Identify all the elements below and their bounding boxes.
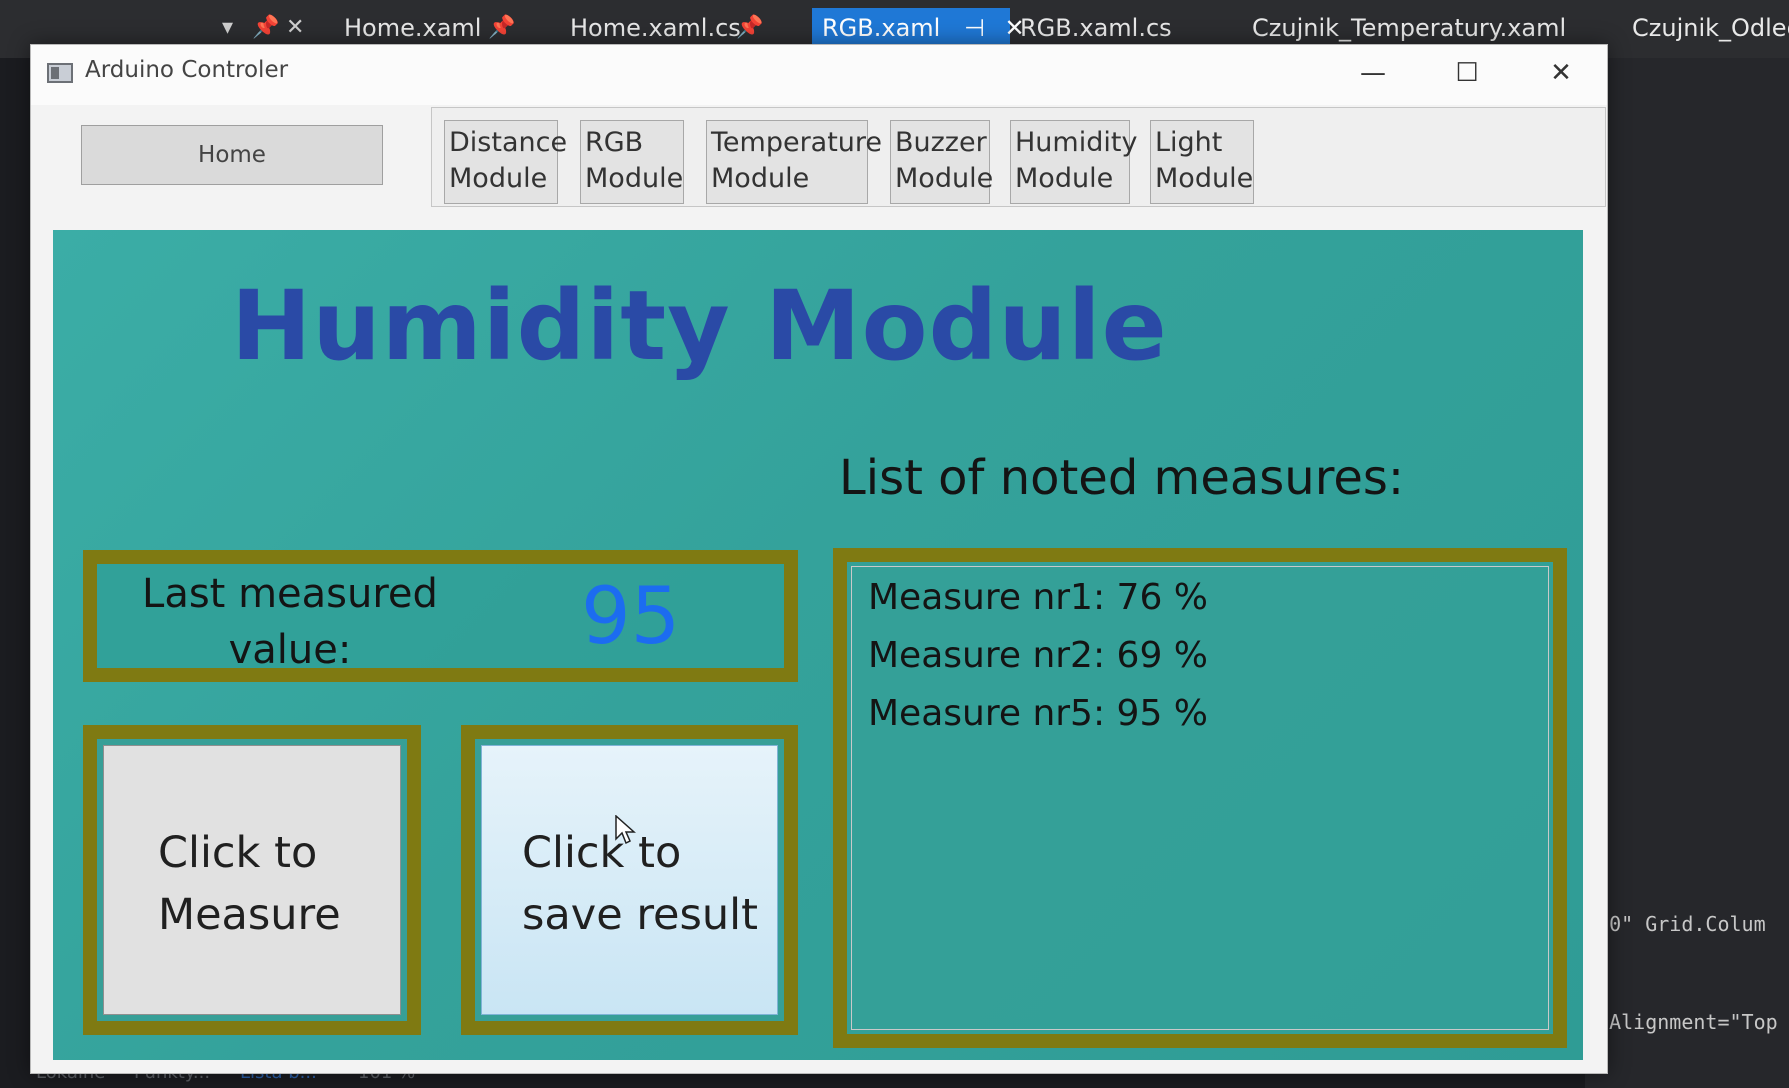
page-title: Humidity Module <box>231 270 1168 382</box>
ide-tab-czujnik-odleglosci[interactable]: Czujnik_Odlegl <box>1632 8 1789 48</box>
rgb-module-button[interactable]: RGB Module <box>580 120 684 204</box>
measures-list[interactable]: Measure nr1: 76 % Measure nr2: 69 % Meas… <box>851 566 1549 1030</box>
list-item[interactable]: Measure nr5: 95 % <box>868 693 1208 734</box>
list-title: List of noted measures: <box>839 450 1405 506</box>
measure-button[interactable]: Click to Measure <box>103 745 401 1015</box>
pin-icon[interactable]: 📌 <box>736 8 763 48</box>
measure-button-frame: Click to Measure <box>83 725 421 1035</box>
close-button[interactable]: ✕ <box>1537 51 1585 95</box>
temperature-module-button[interactable]: Temperature Module <box>706 120 882 204</box>
minimize-button[interactable]: — <box>1349 51 1397 95</box>
app-window: Arduino Controler — ☐ ✕ Home Distance Mo… <box>30 44 1608 1074</box>
mouse-cursor-icon <box>615 815 636 845</box>
pin-icon[interactable]: 📌 <box>252 8 279 48</box>
pin-icon[interactable]: 📌 <box>488 8 515 48</box>
dropdown-icon[interactable]: ▾ <box>222 8 233 48</box>
list-item[interactable]: Measure nr1: 76 % <box>868 577 1208 618</box>
ide-tab-home-xaml[interactable]: Home.xaml <box>344 8 481 48</box>
last-measured-label: Last measured value: <box>142 571 438 673</box>
list-item[interactable]: Measure nr2: 69 % <box>868 635 1208 676</box>
buzzer-module-button[interactable]: Buzzer Module <box>890 120 993 204</box>
close-icon[interactable]: ✕ <box>286 8 304 48</box>
maximize-button[interactable]: ☐ <box>1443 51 1491 95</box>
ide-tab-label: RGB.xaml <box>822 14 941 42</box>
distance-module-button[interactable]: Distance Module <box>444 120 567 204</box>
pin-icon[interactable]: ⊣ <box>964 14 985 42</box>
measures-list-frame: Measure nr1: 76 % Measure nr2: 69 % Meas… <box>833 548 1567 1048</box>
code-editor[interactable]: ="0" Grid.Colum alAlignment="Top <box>1585 58 1789 1088</box>
last-measured-value: 95 <box>581 572 681 662</box>
save-button-frame: Click to save result <box>461 725 798 1035</box>
title-bar[interactable]: Arduino Controler — ☐ ✕ <box>31 45 1607 105</box>
ide-tab-rgb-xaml[interactable]: RGB.xaml ⊣ ✕ <box>812 8 1025 48</box>
window-title: Arduino Controler <box>85 57 289 83</box>
light-module-button[interactable]: Light Module <box>1150 120 1254 204</box>
home-button[interactable]: Home <box>81 125 383 185</box>
humidity-module-button[interactable]: Humidity Module <box>1010 120 1137 204</box>
module-nav-bar: Distance Module RGB Module Temperature M… <box>431 107 1606 207</box>
code-line: alAlignment="Top <box>1585 1010 1778 1034</box>
save-result-button[interactable]: Click to save result <box>481 745 778 1015</box>
app-icon <box>47 63 73 83</box>
ide-tab-home-xaml-cs[interactable]: Home.xaml.cs <box>570 8 741 48</box>
humidity-module-panel: Humidity Module List of noted measures: … <box>53 230 1583 1060</box>
ide-tab-rgb-xaml-cs[interactable]: RGB.xaml.cs <box>1020 8 1172 48</box>
code-line: ="0" Grid.Colum <box>1585 912 1766 936</box>
last-measured-box: Last measured value: 95 <box>83 550 798 682</box>
ide-tab-czujnik-temperatury[interactable]: Czujnik_Temperatury.xaml <box>1252 8 1566 48</box>
